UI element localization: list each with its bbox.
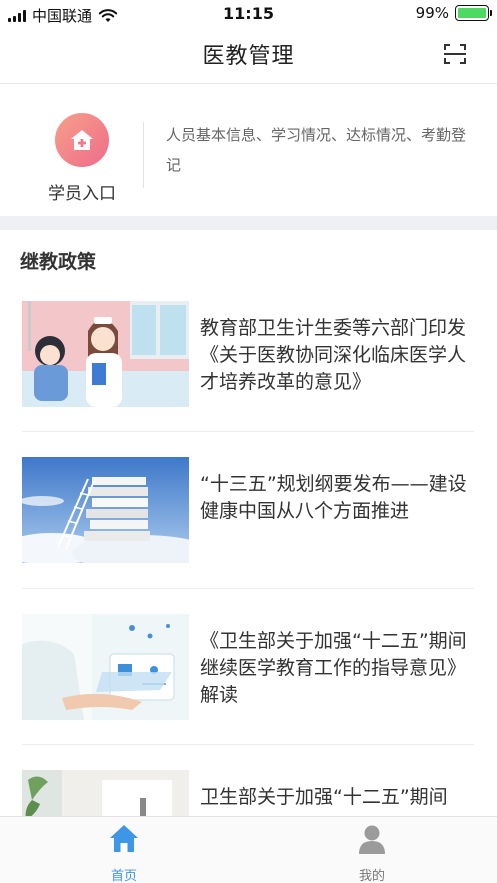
doctor-tablet-photo xyxy=(22,614,189,720)
user-tab-icon xyxy=(359,825,385,854)
entry-card: 学员入口 人员基本信息、学习情况、达标情况、考勤登记 xyxy=(0,85,497,216)
entry-description: 人员基本信息、学习情况、达标情况、考勤登记 xyxy=(166,126,467,174)
nav-bar: 医教管理 xyxy=(0,28,497,84)
section-divider xyxy=(0,216,497,230)
battery-icon xyxy=(455,5,492,21)
news-title: “十三五”规划纲要发布——建设健康中国从八个方面推进 xyxy=(200,473,467,522)
page-title: 医教管理 xyxy=(202,44,295,69)
tab-home-label: 首页 xyxy=(110,869,137,883)
tab-home[interactable]: 首页 xyxy=(64,823,184,883)
news-title: 《卫生部关于加强“十二五”期间继续医学教育工作的指导意见》解读 xyxy=(200,630,467,706)
divider xyxy=(22,588,474,589)
student-entry-button[interactable]: 学员入口 xyxy=(30,107,134,207)
home-icon xyxy=(55,113,109,167)
divider xyxy=(22,744,474,745)
entry-divider xyxy=(143,122,144,188)
scan-icon[interactable] xyxy=(443,42,467,66)
battery-percent: 99% xyxy=(415,4,449,22)
battery-fill xyxy=(458,8,486,18)
tab-mine[interactable]: 我的 xyxy=(312,823,432,883)
books-ladder-sky-photo xyxy=(22,457,189,563)
status-bar: 中国联通 11:15 99% xyxy=(0,0,497,28)
home-tab-icon xyxy=(110,825,138,852)
news-item[interactable]: 教育部卫生计生委等六部门印发《关于医教协同深化临床医学人才培养改革的意见》 xyxy=(22,301,474,407)
divider xyxy=(22,431,474,432)
section-title: 继教政策 xyxy=(20,251,97,273)
news-item[interactable]: “十三五”规划纲要发布——建设健康中国从八个方面推进 xyxy=(22,457,474,563)
student-entry-label: 学员入口 xyxy=(48,184,116,204)
news-title: 教育部卫生计生委等六部门印发《关于医教协同深化临床医学人才培养改革的意见》 xyxy=(200,317,467,393)
tab-mine-label: 我的 xyxy=(358,869,385,883)
news-title: 卫生部关于加强“十二五”期间 xyxy=(200,786,448,808)
status-right: 99% xyxy=(415,4,492,22)
nurse-patient-illustration xyxy=(22,301,189,407)
news-item[interactable]: 《卫生部关于加强“十二五”期间继续医学教育工作的指导意见》解读 xyxy=(22,614,474,720)
tab-bar: 首页 我的 xyxy=(0,816,497,883)
